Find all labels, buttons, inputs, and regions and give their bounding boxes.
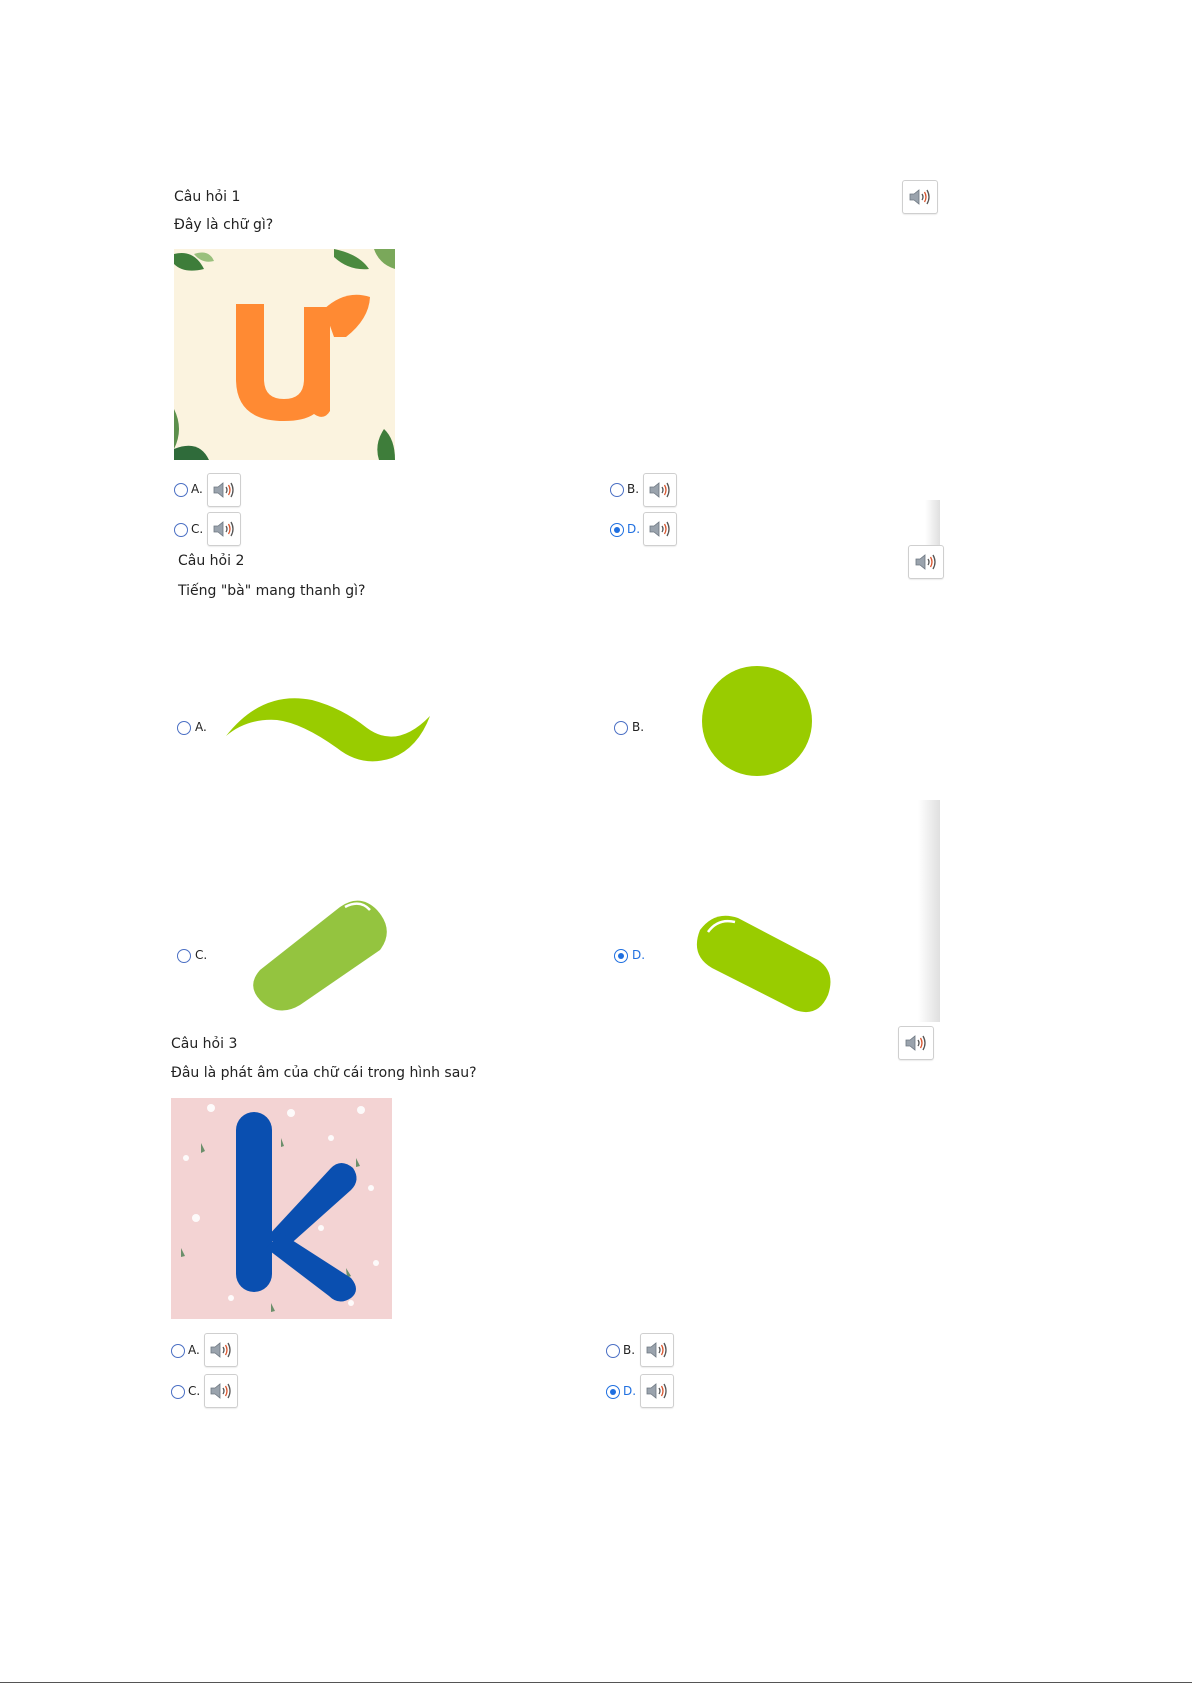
question-1-speaker-button[interactable] bbox=[902, 180, 938, 214]
question-3-option-a-speaker[interactable] bbox=[204, 1333, 238, 1367]
question-3-text: Đâu là phát âm của chữ cái trong hình sa… bbox=[171, 1065, 477, 1081]
grave-tone-mark-icon bbox=[696, 915, 831, 1013]
question-3-option-d-speaker[interactable] bbox=[640, 1374, 674, 1408]
question-1-option-a[interactable]: A. bbox=[174, 482, 204, 498]
panel-edge-shadow bbox=[925, 500, 940, 545]
question-3-option-a[interactable]: A. bbox=[171, 1343, 201, 1359]
option-letter: C. bbox=[191, 522, 204, 536]
question-3-option-b-speaker[interactable] bbox=[640, 1333, 674, 1367]
option-letter: C. bbox=[188, 1384, 201, 1398]
question-1-image bbox=[174, 249, 395, 460]
question-2-speaker-button[interactable] bbox=[908, 545, 944, 579]
speaker-icon bbox=[908, 187, 932, 207]
speaker-icon bbox=[648, 519, 672, 539]
radio-button[interactable] bbox=[177, 721, 191, 735]
radio-button-selected[interactable] bbox=[606, 1385, 620, 1399]
question-1-option-d-speaker[interactable] bbox=[643, 512, 677, 546]
option-letter: B. bbox=[632, 720, 645, 734]
question-3-speaker-button[interactable] bbox=[898, 1026, 934, 1060]
radio-button[interactable] bbox=[177, 949, 191, 963]
question-3-option-c[interactable]: C. bbox=[171, 1384, 201, 1400]
dot-tone-mark-icon bbox=[702, 666, 812, 776]
tilde-tone-mark-icon bbox=[226, 698, 430, 762]
radio-button-selected[interactable] bbox=[614, 949, 628, 963]
option-letter: C. bbox=[195, 948, 208, 962]
speaker-icon bbox=[212, 480, 236, 500]
radio-button[interactable] bbox=[610, 483, 624, 497]
speaker-icon bbox=[645, 1381, 669, 1401]
option-letter: B. bbox=[627, 482, 640, 496]
question-1-text: Đây là chữ gì? bbox=[174, 217, 274, 233]
question-1-option-a-speaker[interactable] bbox=[207, 473, 241, 507]
speaker-icon bbox=[209, 1381, 233, 1401]
speaker-icon bbox=[914, 552, 938, 572]
question-2-option-a[interactable]: A. bbox=[177, 720, 207, 736]
speaker-icon bbox=[209, 1340, 233, 1360]
question-3-title: Câu hỏi 3 bbox=[171, 1036, 238, 1052]
question-2-option-c[interactable]: C. bbox=[177, 948, 207, 964]
question-1-option-c-speaker[interactable] bbox=[207, 512, 241, 546]
radio-button-selected[interactable] bbox=[610, 523, 624, 537]
option-letter: D. bbox=[623, 1384, 637, 1398]
question-3-option-b[interactable]: B. bbox=[606, 1343, 636, 1359]
question-1-option-b[interactable]: B. bbox=[610, 482, 640, 498]
speaker-icon bbox=[648, 480, 672, 500]
option-letter: A. bbox=[188, 1343, 200, 1357]
option-letter: D. bbox=[632, 948, 646, 962]
radio-button[interactable] bbox=[171, 1385, 185, 1399]
speaker-icon bbox=[212, 519, 236, 539]
page-bottom-border bbox=[0, 1682, 1192, 1683]
speaker-icon bbox=[645, 1340, 669, 1360]
question-3-option-d[interactable]: D. bbox=[606, 1384, 636, 1400]
question-1-title: Câu hỏi 1 bbox=[174, 189, 241, 205]
question-1-option-b-speaker[interactable] bbox=[643, 473, 677, 507]
option-letter: D. bbox=[627, 522, 641, 536]
acute-tone-mark-icon bbox=[253, 900, 387, 1011]
question-2-title: Câu hỏi 2 bbox=[178, 553, 245, 569]
question-1-option-d[interactable]: D. bbox=[610, 522, 640, 538]
question-2-option-b[interactable]: B. bbox=[614, 720, 644, 736]
option-letter: B. bbox=[623, 1343, 636, 1357]
question-3-image bbox=[171, 1098, 392, 1319]
option-letter: A. bbox=[191, 482, 203, 496]
radio-button[interactable] bbox=[174, 523, 188, 537]
radio-button[interactable] bbox=[614, 721, 628, 735]
question-2-option-d[interactable]: D. bbox=[614, 948, 646, 964]
speaker-icon bbox=[904, 1033, 928, 1053]
radio-button[interactable] bbox=[606, 1344, 620, 1358]
option-letter: A. bbox=[195, 720, 207, 734]
question-1-option-c[interactable]: C. bbox=[174, 522, 204, 538]
question-3-option-c-speaker[interactable] bbox=[204, 1374, 238, 1408]
radio-button[interactable] bbox=[174, 483, 188, 497]
question-2-text: Tiếng "bà" mang thanh gì? bbox=[178, 583, 366, 599]
radio-button[interactable] bbox=[171, 1344, 185, 1358]
panel-edge-shadow bbox=[918, 800, 940, 1022]
